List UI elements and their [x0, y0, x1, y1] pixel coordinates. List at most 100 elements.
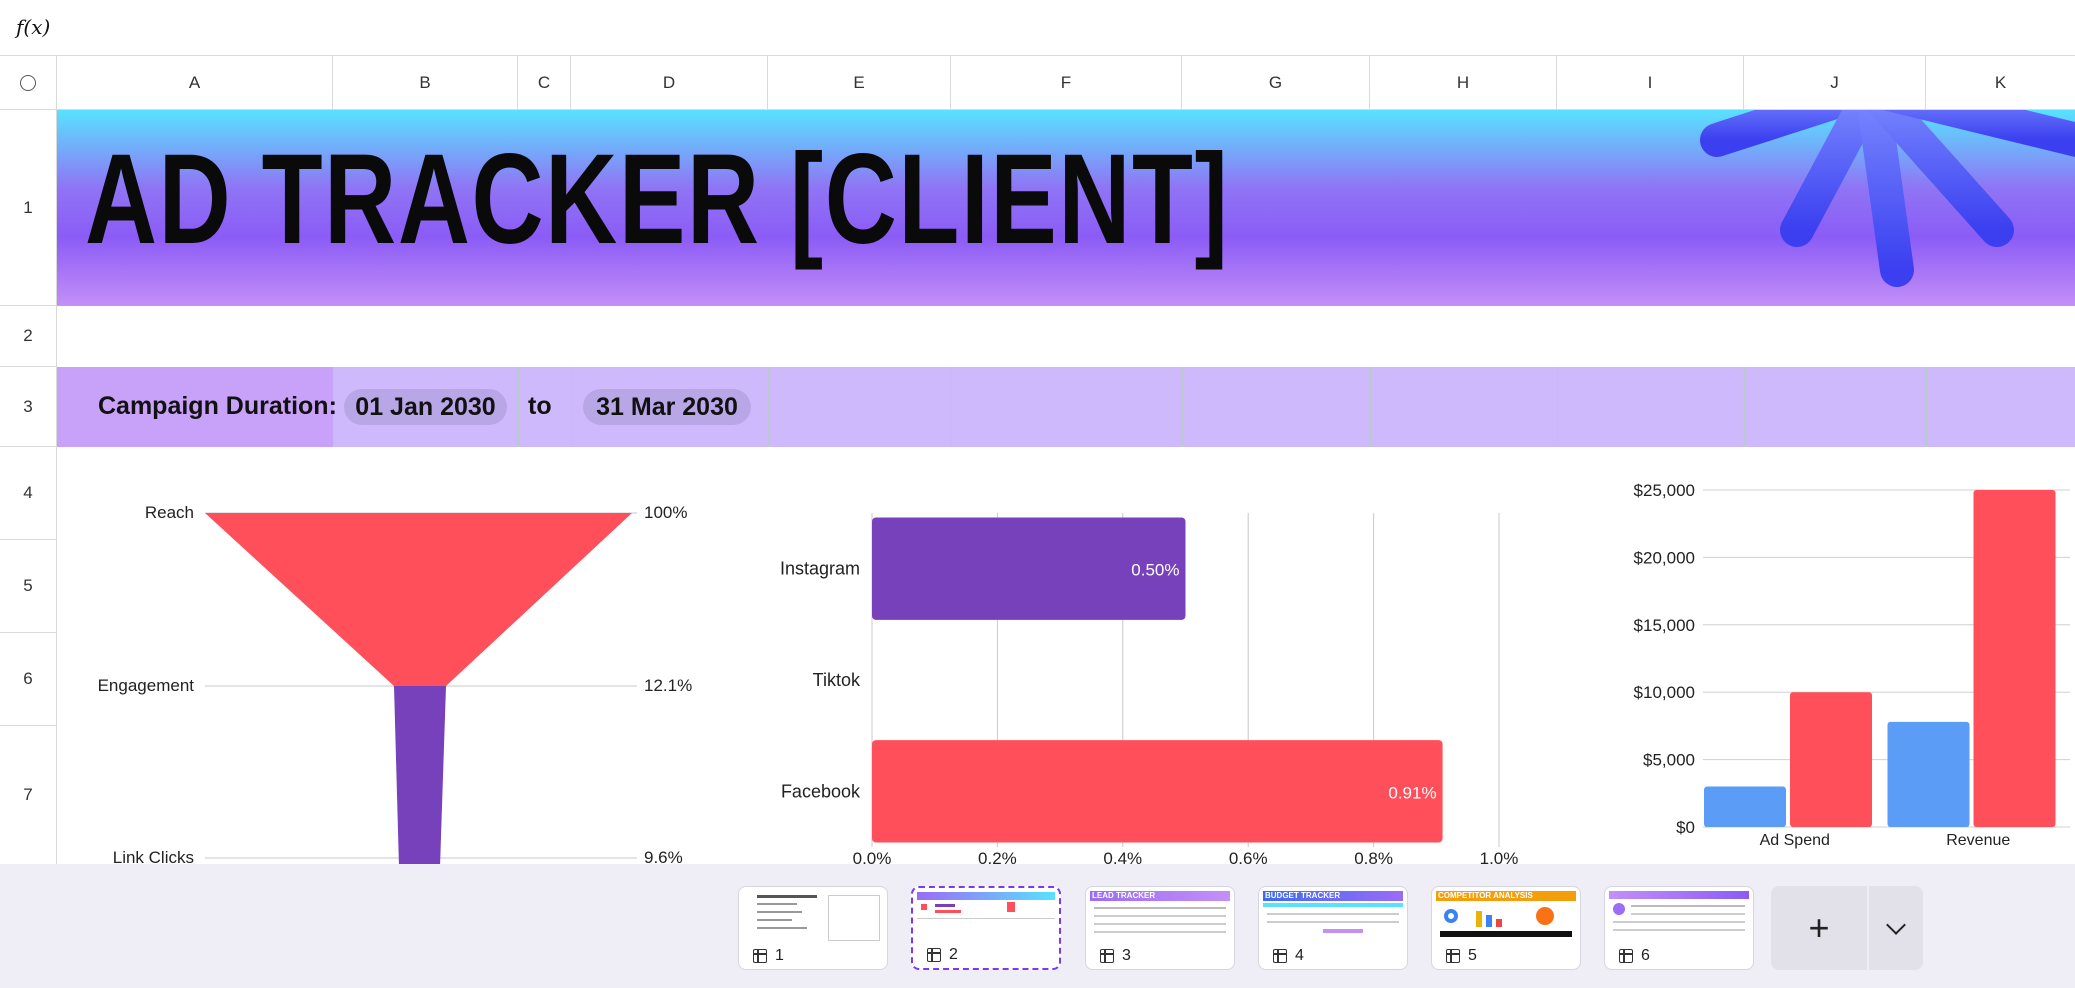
row-header-7[interactable]: 7: [0, 726, 57, 864]
column-header-f[interactable]: F: [951, 56, 1182, 110]
sheet-preview-title: BUDGET TRACKER: [1263, 891, 1403, 901]
to-label: to: [528, 392, 552, 420]
engagement-rate-bar-chart[interactable]: 0.0% 0.2% 0.4% 0.6% 0.8% 1.0% Instagram 0.50% Ti…: [740, 447, 1540, 864]
sheet-tab-label: 1: [775, 947, 784, 964]
cell-divider: [1926, 367, 1927, 447]
column-header-a[interactable]: A: [57, 56, 333, 110]
vbar-tick-label: $0: [1676, 818, 1695, 837]
hbar-tick-label: 0.0%: [853, 849, 892, 864]
sheet-preview-title: LEAD TRACKER: [1090, 891, 1230, 901]
sheet-grid-icon: [1619, 949, 1633, 963]
row-header-3[interactable]: 3: [0, 367, 57, 447]
row-header-1[interactable]: 1: [0, 110, 57, 306]
funnel-chart[interactable]: Reach Engagement Link Clicks 100% 12.1% …: [57, 447, 717, 864]
cell-divider: [1557, 367, 1558, 447]
row-header-6[interactable]: 6: [0, 633, 57, 726]
circle-icon: [20, 74, 36, 91]
sheet-tab-label: 6: [1641, 947, 1650, 964]
cell-divider: [951, 367, 952, 447]
sheet-grid-icon: [753, 949, 767, 963]
vbar-category-label: Ad Spend: [1760, 832, 1830, 849]
title-banner[interactable]: AD TRACKER [CLIENT]: [57, 110, 2075, 306]
sheet-tab-6[interactable]: 6: [1604, 886, 1754, 970]
sheet-tab-1[interactable]: 1: [738, 886, 888, 970]
funnel-percent-label: 12.1%: [644, 676, 692, 695]
sheet-tab-5[interactable]: COMPETITOR ANALYSIS 5: [1431, 886, 1581, 970]
hbar-tick-label: 0.8%: [1354, 849, 1393, 864]
funnel-stage-label: Engagement: [98, 676, 195, 695]
funnel-segment-engagement: [394, 686, 446, 864]
vbar-tick-label: $25,000: [1634, 481, 1695, 500]
column-header-c[interactable]: C: [518, 56, 571, 110]
sheet-grid-icon: [1446, 949, 1460, 963]
cell-divider: [1370, 367, 1371, 447]
sheet-grid-icon: [927, 948, 941, 962]
row-header-4[interactable]: 4: [0, 447, 57, 540]
vbar-tick-label: $15,000: [1634, 616, 1695, 635]
formula-bar[interactable]: f(x): [0, 0, 2075, 56]
column-header-j[interactable]: J: [1744, 56, 1926, 110]
vbar-bar: [1887, 721, 1970, 827]
vbar-tick-label: $10,000: [1634, 683, 1695, 702]
column-header-b[interactable]: B: [333, 56, 518, 110]
hbar-category-label: Tiktok: [813, 670, 861, 690]
vbar-bar: [1704, 786, 1786, 827]
end-date-chip[interactable]: 31 Mar 2030: [583, 389, 751, 425]
hbar-bar: [872, 740, 1443, 843]
campaign-duration-label: Campaign Duration:: [98, 392, 337, 420]
row-header-2[interactable]: 2: [0, 306, 57, 367]
start-date-chip[interactable]: 01 Jan 2030: [344, 389, 507, 425]
cell-divider: [1182, 367, 1183, 447]
sheet-tab-label: 2: [949, 946, 958, 963]
column-header-d[interactable]: D: [571, 56, 768, 110]
hbar-data-label: 0.50%: [1131, 561, 1179, 580]
cell-divider: [571, 367, 572, 447]
sheet-tab-label: 3: [1122, 947, 1131, 964]
hbar-tick-label: 0.6%: [1229, 849, 1268, 864]
funnel-stage-label: Reach: [145, 503, 194, 522]
column-header-e[interactable]: E: [768, 56, 951, 110]
column-header-k[interactable]: K: [1926, 56, 2075, 110]
sheet-tab-label: 4: [1295, 947, 1304, 964]
funnel-stage-label: Link Clicks: [113, 848, 194, 864]
sheet-tab-3[interactable]: LEAD TRACKER 3: [1085, 886, 1235, 970]
column-header-h[interactable]: H: [1370, 56, 1557, 110]
vbar-bar: [1973, 490, 2056, 827]
sheet-grid-icon: [1100, 949, 1114, 963]
vbar-category-label: Revenue: [1946, 832, 2010, 849]
column-header-g[interactable]: G: [1182, 56, 1370, 110]
hbar-tick-label: 1.0%: [1480, 849, 1519, 864]
hbar-category-label: Facebook: [781, 781, 861, 801]
sheet-preview: [743, 891, 883, 941]
sheet-preview: [917, 892, 1055, 942]
vbar-bar: [1790, 692, 1872, 827]
sheet-tab-4[interactable]: BUDGET TRACKER 4: [1258, 886, 1408, 970]
sheet-tab-label: 5: [1468, 947, 1477, 964]
banner-title: AD TRACKER [CLIENT]: [85, 128, 1230, 271]
sheet-preview: COMPETITOR ANALYSIS: [1436, 891, 1576, 941]
cell-divider: [768, 367, 769, 447]
cell-divider: [518, 367, 519, 447]
vbar-tick-label: $20,000: [1634, 548, 1695, 567]
add-sheet-button[interactable]: +: [1771, 886, 1867, 970]
sheet-grid-icon: [1273, 949, 1287, 963]
sheet-preview: LEAD TRACKER: [1090, 891, 1230, 941]
sheet-preview-title: COMPETITOR ANALYSIS: [1436, 891, 1576, 901]
hbar-tick-label: 0.4%: [1103, 849, 1142, 864]
hbar-data-label: 0.91%: [1388, 783, 1436, 802]
select-all-corner[interactable]: [0, 56, 57, 110]
asterisk-decoration-icon: [1700, 110, 2075, 287]
chevron-down-icon: [1886, 915, 1906, 935]
sheet-menu-button[interactable]: [1869, 886, 1923, 970]
spend-revenue-bar-chart[interactable]: $0 $5,000 $10,000 $15,000 $20,000 $25,000 Ad S…: [1600, 447, 2075, 864]
column-header-i[interactable]: I: [1557, 56, 1744, 110]
hbar-category-label: Instagram: [780, 559, 860, 579]
vbar-tick-label: $5,000: [1643, 751, 1695, 770]
cell-divider: [1744, 367, 1745, 447]
sheet-tab-2[interactable]: 2: [911, 886, 1061, 970]
row-header-5[interactable]: 5: [0, 540, 57, 633]
hbar-tick-label: 0.2%: [978, 849, 1017, 864]
funnel-segment-reach: [205, 513, 632, 686]
funnel-percent-label: 9.6%: [644, 848, 683, 864]
function-icon: f(x): [16, 15, 51, 39]
